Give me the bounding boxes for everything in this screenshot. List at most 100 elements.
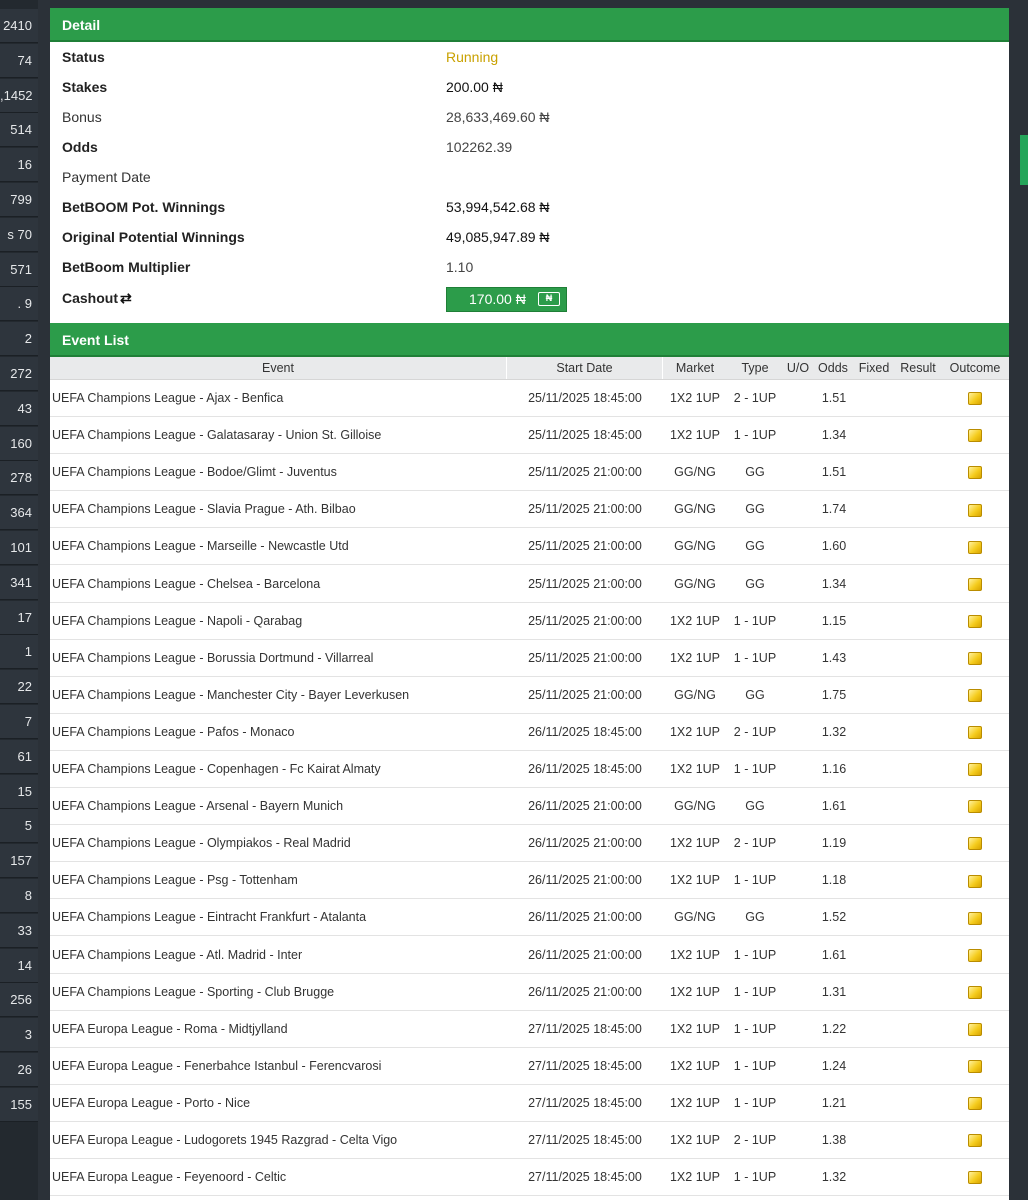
event-name: UEFA Champions League - Chelsea - Barcel… <box>52 576 321 591</box>
sidebar-count[interactable]: 157 <box>0 844 38 879</box>
sidebar-count[interactable]: 571 <box>0 252 38 287</box>
pending-outcome-icon <box>968 577 982 591</box>
bet-type: 1 - 1UP <box>733 1170 777 1185</box>
table-row[interactable]: UEFA Champions League - Copenhagen - Fc … <box>50 751 1009 788</box>
table-row[interactable]: UEFA Europa League - Porto - Nice 27/11/2… <box>50 1085 1009 1122</box>
table-row[interactable]: UEFA Champions League - Napoli - Qarabag… <box>50 603 1009 640</box>
table-row[interactable]: UEFA Champions League - Chelsea - Barcel… <box>50 566 1009 603</box>
payment-date-row: Payment Date <box>50 162 1009 192</box>
bet-type: 1 - 1UP <box>733 873 777 888</box>
col-uo[interactable]: U/O <box>782 357 814 379</box>
sidebar-count[interactable]: 17 <box>0 600 38 635</box>
bet-type: 2 - 1UP <box>733 724 777 739</box>
sidebar-count[interactable]: 2410 <box>0 9 38 43</box>
table-row[interactable]: UEFA Champions League - Olympiakos - Rea… <box>50 825 1009 863</box>
market: 1X2 1UP <box>669 724 721 739</box>
status-value: Running <box>446 49 499 65</box>
table-row[interactable]: UEFA Champions League - Marseille - Newc… <box>50 528 1009 566</box>
col-fixed[interactable]: Fixed <box>854 357 894 379</box>
market: GG/NG <box>674 576 716 591</box>
stakes-row: Stakes 200.00 ₦ <box>50 72 1009 102</box>
sidebar-count[interactable]: 16 <box>0 148 38 183</box>
market: 1X2 1UP <box>669 391 721 405</box>
market: 1X2 1UP <box>669 947 721 962</box>
start-date: 26/11/2025 21:00:00 <box>528 910 642 925</box>
sidebar-count[interactable]: 15 <box>0 774 38 809</box>
sidebar-count[interactable]: 1 <box>0 635 38 670</box>
sidebar-count[interactable]: 364 <box>0 496 38 531</box>
cashout-amount: 170.00 ₦ <box>469 291 526 307</box>
sidebar-count[interactable]: 7 <box>0 705 38 739</box>
table-row[interactable]: UEFA Champions League - Eintracht Frankf… <box>50 899 1009 937</box>
pending-outcome-icon <box>968 985 982 999</box>
table-row[interactable]: UEFA Champions League - Borussia Dortmun… <box>50 640 1009 677</box>
sidebar-count[interactable]: 3 <box>0 1018 38 1053</box>
table-row[interactable]: UEFA Champions League - Psg - Tottenham 2… <box>50 862 1009 900</box>
col-type[interactable]: Type <box>730 357 780 379</box>
refresh-icon[interactable]: ⇄ <box>120 290 132 306</box>
table-row[interactable]: UEFA Europa League - Fenerbahce Istanbul… <box>50 1048 1009 1085</box>
sidebar-count[interactable]: 26 <box>0 1053 38 1087</box>
sidebar-count[interactable]: 33 <box>0 913 38 948</box>
sidebar-count[interactable]: 799 <box>0 183 38 217</box>
table-row[interactable]: UEFA Champions League - Sporting - Club … <box>50 974 1009 1011</box>
col-event[interactable]: Event <box>50 357 507 379</box>
pending-outcome-icon <box>968 429 982 443</box>
outcome-cell <box>955 1085 995 1121</box>
sidebar-count[interactable]: 256 <box>0 983 38 1018</box>
event-name: UEFA Champions League - Atl. Madrid - In… <box>52 947 303 962</box>
sidebar-count[interactable]: 43 <box>0 391 38 426</box>
start-date: 27/11/2025 18:45:00 <box>528 1021 642 1036</box>
pot-winnings-row: BetBOOM Pot. Winnings 53,994,542.68 ₦ <box>50 192 1009 222</box>
odds: 1.51 <box>821 391 847 405</box>
sidebar-count[interactable]: 160 <box>0 426 38 461</box>
status-row: Status Running <box>50 42 1009 72</box>
outcome-cell <box>955 1048 995 1084</box>
sidebar-count[interactable]: 2 <box>0 322 38 357</box>
outcome-cell <box>955 1011 995 1047</box>
sidebar-count[interactable]: 74 <box>0 43 38 78</box>
sidebar-count[interactable]: s 70 <box>0 217 38 252</box>
table-row[interactable]: UEFA Champions League - Arsenal - Bayern… <box>50 788 1009 826</box>
sidebar-count[interactable]: 5 <box>0 809 38 844</box>
scrollbar-thumb[interactable] <box>1020 135 1028 185</box>
sidebar-count[interactable]: ,1452 <box>0 78 38 113</box>
table-row[interactable]: UEFA Champions League - Ajax - Benfica 25… <box>50 380 1009 417</box>
sidebar-count[interactable]: 272 <box>0 357 38 391</box>
odds: 1.32 <box>821 724 847 739</box>
table-row[interactable]: UEFA Champions League - Pafos - Monaco 26… <box>50 714 1009 751</box>
sidebar-count[interactable]: 514 <box>0 113 38 148</box>
table-row[interactable]: UEFA Europa League - Ludogorets 1945 Raz… <box>50 1122 1009 1159</box>
sidebar-count[interactable]: 278 <box>0 461 38 496</box>
start-date: 25/11/2025 21:00:00 <box>528 650 642 665</box>
sidebar-count[interactable]: 155 <box>0 1087 38 1122</box>
table-row[interactable]: UEFA Europa League - Roma - Midtjylland 2… <box>50 1011 1009 1048</box>
table-row[interactable]: UEFA Champions League - Atl. Madrid - In… <box>50 937 1009 974</box>
cashout-label-wrap: Cashout ⇄ <box>62 283 132 313</box>
col-market[interactable]: Market <box>664 357 726 379</box>
table-row[interactable]: UEFA Champions League - Galatasaray - Un… <box>50 417 1009 455</box>
start-date: 26/11/2025 21:00:00 <box>528 799 642 814</box>
sidebar-count[interactable]: 22 <box>0 670 38 705</box>
cashout-button[interactable]: 170.00 ₦ ₦ <box>446 287 567 312</box>
sidebar-count[interactable]: 101 <box>0 531 38 565</box>
event-list-header: Event List <box>50 323 1009 357</box>
sidebar-count[interactable]: . 9 <box>0 287 38 322</box>
table-row[interactable]: UEFA Europa League - Feyenoord - Celtic 2… <box>50 1159 1009 1197</box>
outcome-cell <box>955 714 995 750</box>
pending-outcome-icon <box>968 614 982 628</box>
col-odds[interactable]: Odds <box>814 357 852 379</box>
sidebar-count[interactable]: 14 <box>0 948 38 983</box>
sidebar-count[interactable]: 61 <box>0 739 38 774</box>
sidebar-count[interactable]: 341 <box>0 565 38 600</box>
col-start-date[interactable]: Start Date <box>507 357 663 379</box>
market: 1X2 1UP <box>669 428 721 443</box>
col-outcome[interactable]: Outcome <box>944 357 1006 379</box>
col-result[interactable]: Result <box>896 357 940 379</box>
sidebar-count[interactable]: 8 <box>0 879 38 913</box>
odds: 1.34 <box>821 576 847 591</box>
table-row[interactable]: UEFA Champions League - Bodoe/Glimt - Ju… <box>50 454 1009 492</box>
bet-type: GG <box>745 465 765 480</box>
table-row[interactable]: UEFA Champions League - Slavia Prague - … <box>50 491 1009 529</box>
table-row[interactable]: UEFA Champions League - Manchester City … <box>50 677 1009 714</box>
